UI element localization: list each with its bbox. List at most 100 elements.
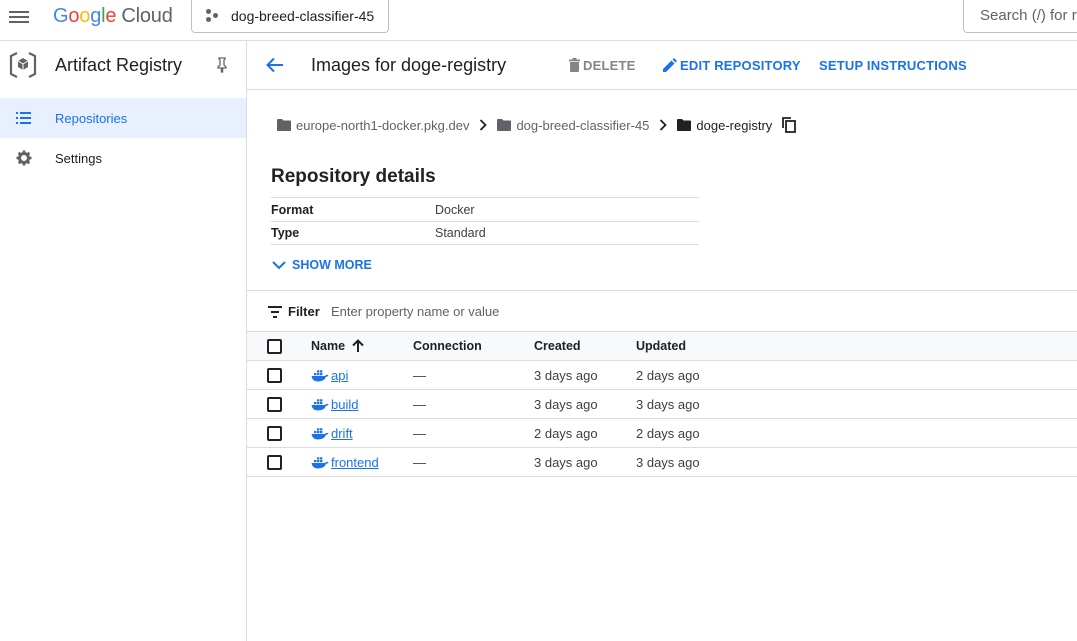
column-header-created[interactable]: Created (534, 339, 581, 353)
image-name: drift (331, 426, 353, 441)
sidebar-title: Artifact Registry (55, 55, 183, 75)
setup-instructions-button[interactable]: SETUP INSTRUCTIONS (819, 58, 967, 73)
show-more-label: SHOW MORE (292, 258, 372, 272)
folder-icon (497, 119, 512, 131)
images-table: Name Connection Created Updated api — 3 … (247, 332, 1077, 477)
connection-cell: — (413, 426, 426, 441)
main-menu-icon[interactable] (9, 8, 29, 26)
select-all-checkbox[interactable] (267, 339, 282, 354)
image-name: build (331, 397, 359, 412)
filter-input[interactable] (331, 299, 731, 323)
details-value: Docker (435, 202, 475, 217)
page-header: Images for doge-registry DELETE EDIT REP… (247, 41, 1077, 90)
breadcrumb-item-project[interactable]: dog-breed-classifier-45 (497, 118, 649, 133)
column-header-name[interactable]: Name (311, 339, 364, 353)
folder-icon (277, 119, 291, 131)
back-arrow-icon[interactable] (266, 57, 284, 73)
delete-label: DELETE (583, 58, 636, 73)
breadcrumb-item-repository: doge-registry (677, 118, 772, 133)
list-icon (16, 112, 31, 124)
page-title: Images for doge-registry (311, 55, 507, 75)
image-name-cell: build (311, 397, 358, 412)
breadcrumb-label: dog-breed-classifier-45 (516, 117, 650, 133)
created-cell: 3 days ago (534, 455, 598, 470)
chevron-right-icon (480, 119, 488, 131)
sidebar-header: Artifact Registry (0, 41, 246, 89)
image-link[interactable]: build (311, 397, 358, 412)
updated-cell: 2 days ago (636, 426, 700, 441)
gear-icon (16, 150, 32, 166)
connection-cell: — (413, 397, 426, 412)
breadcrumb-label: doge-registry (696, 117, 773, 133)
delete-button[interactable]: DELETE (569, 58, 635, 73)
image-name-cell: frontend (311, 455, 379, 470)
sidebar-item-label: Settings (55, 150, 102, 166)
edit-repository-button[interactable]: EDIT REPOSITORY (663, 58, 801, 73)
created-cell: 3 days ago (534, 397, 598, 412)
updated-cell: 3 days ago (636, 455, 700, 470)
image-link[interactable]: frontend (311, 455, 379, 470)
top-bar: Google Cloud dog-breed-classifier-45 Sear… (0, 0, 1077, 41)
edit-label: EDIT REPOSITORY (680, 58, 801, 73)
filter-label: Filter (288, 304, 320, 319)
artifact-registry-icon (9, 52, 37, 78)
chevron-right-icon (660, 119, 668, 131)
image-link[interactable]: drift (311, 426, 353, 441)
row-checkbox[interactable] (267, 397, 282, 412)
project-icon (206, 8, 220, 23)
pencil-icon (663, 58, 677, 72)
breadcrumb-item-location[interactable]: europe-north1-docker.pkg.dev (277, 118, 469, 133)
row-checkbox[interactable] (267, 368, 282, 383)
column-header-connection[interactable]: Connection (413, 339, 482, 353)
sidebar: Artifact Registry Repositories Settings (0, 41, 247, 641)
column-label: Name (311, 339, 346, 353)
row-checkbox[interactable] (267, 426, 282, 441)
created-cell: 2 days ago (534, 426, 598, 441)
breadcrumb: europe-north1-docker.pkg.dev dog-breed-c… (277, 117, 797, 133)
image-name: api (331, 368, 349, 383)
table-row: api — 3 days ago 2 days ago (247, 361, 1077, 390)
docker-icon (311, 457, 329, 469)
updated-cell: 3 days ago (636, 397, 700, 412)
table-row: drift — 2 days ago 2 days ago (247, 419, 1077, 448)
updated-cell: 2 days ago (636, 368, 700, 383)
breadcrumb-label: europe-north1-docker.pkg.dev (296, 117, 470, 133)
details-key: Type (271, 226, 300, 240)
created-cell: 3 days ago (534, 368, 598, 383)
show-more-button[interactable]: SHOW MORE (272, 258, 372, 272)
sidebar-item-repositories[interactable]: Repositories (0, 98, 246, 138)
table-row: frontend — 3 days ago 3 days ago (247, 448, 1077, 477)
image-name: frontend (331, 455, 379, 470)
search-input[interactable]: Search (/) for r (963, 0, 1077, 33)
image-name-cell: api (311, 368, 348, 383)
details-row-type: Type Standard (271, 221, 699, 245)
sort-ascending-icon (352, 339, 364, 352)
details-row-format: Format Docker (271, 197, 699, 221)
repository-details-title: Repository details (271, 166, 436, 187)
details-key: Format (271, 202, 314, 217)
filter-bar: Filter (247, 290, 1077, 332)
column-header-updated[interactable]: Updated (636, 339, 686, 353)
connection-cell: — (413, 455, 426, 470)
sidebar-item-label: Repositories (55, 110, 128, 126)
project-name: dog-breed-classifier-45 (231, 7, 375, 24)
chevron-down-icon (272, 260, 286, 269)
connection-cell: — (413, 368, 426, 383)
docker-icon (311, 399, 329, 411)
repository-details-table: Format Docker Type Standard (271, 197, 699, 245)
pin-icon[interactable] (215, 57, 229, 73)
sidebar-item-settings[interactable]: Settings (0, 138, 246, 178)
trash-icon (569, 58, 580, 72)
google-cloud-logo[interactable]: Google Cloud (53, 5, 173, 28)
row-checkbox[interactable] (267, 455, 282, 470)
copy-icon[interactable] (782, 117, 797, 133)
details-value: Standard (435, 226, 486, 240)
docker-icon (311, 370, 329, 382)
table-header-row: Name Connection Created Updated (247, 332, 1077, 361)
project-picker[interactable]: dog-breed-classifier-45 (191, 0, 389, 33)
table-row: build — 3 days ago 3 days ago (247, 390, 1077, 419)
image-name-cell: drift (311, 426, 353, 441)
filter-icon (268, 306, 282, 318)
docker-icon (311, 428, 329, 440)
image-link[interactable]: api (311, 368, 348, 383)
